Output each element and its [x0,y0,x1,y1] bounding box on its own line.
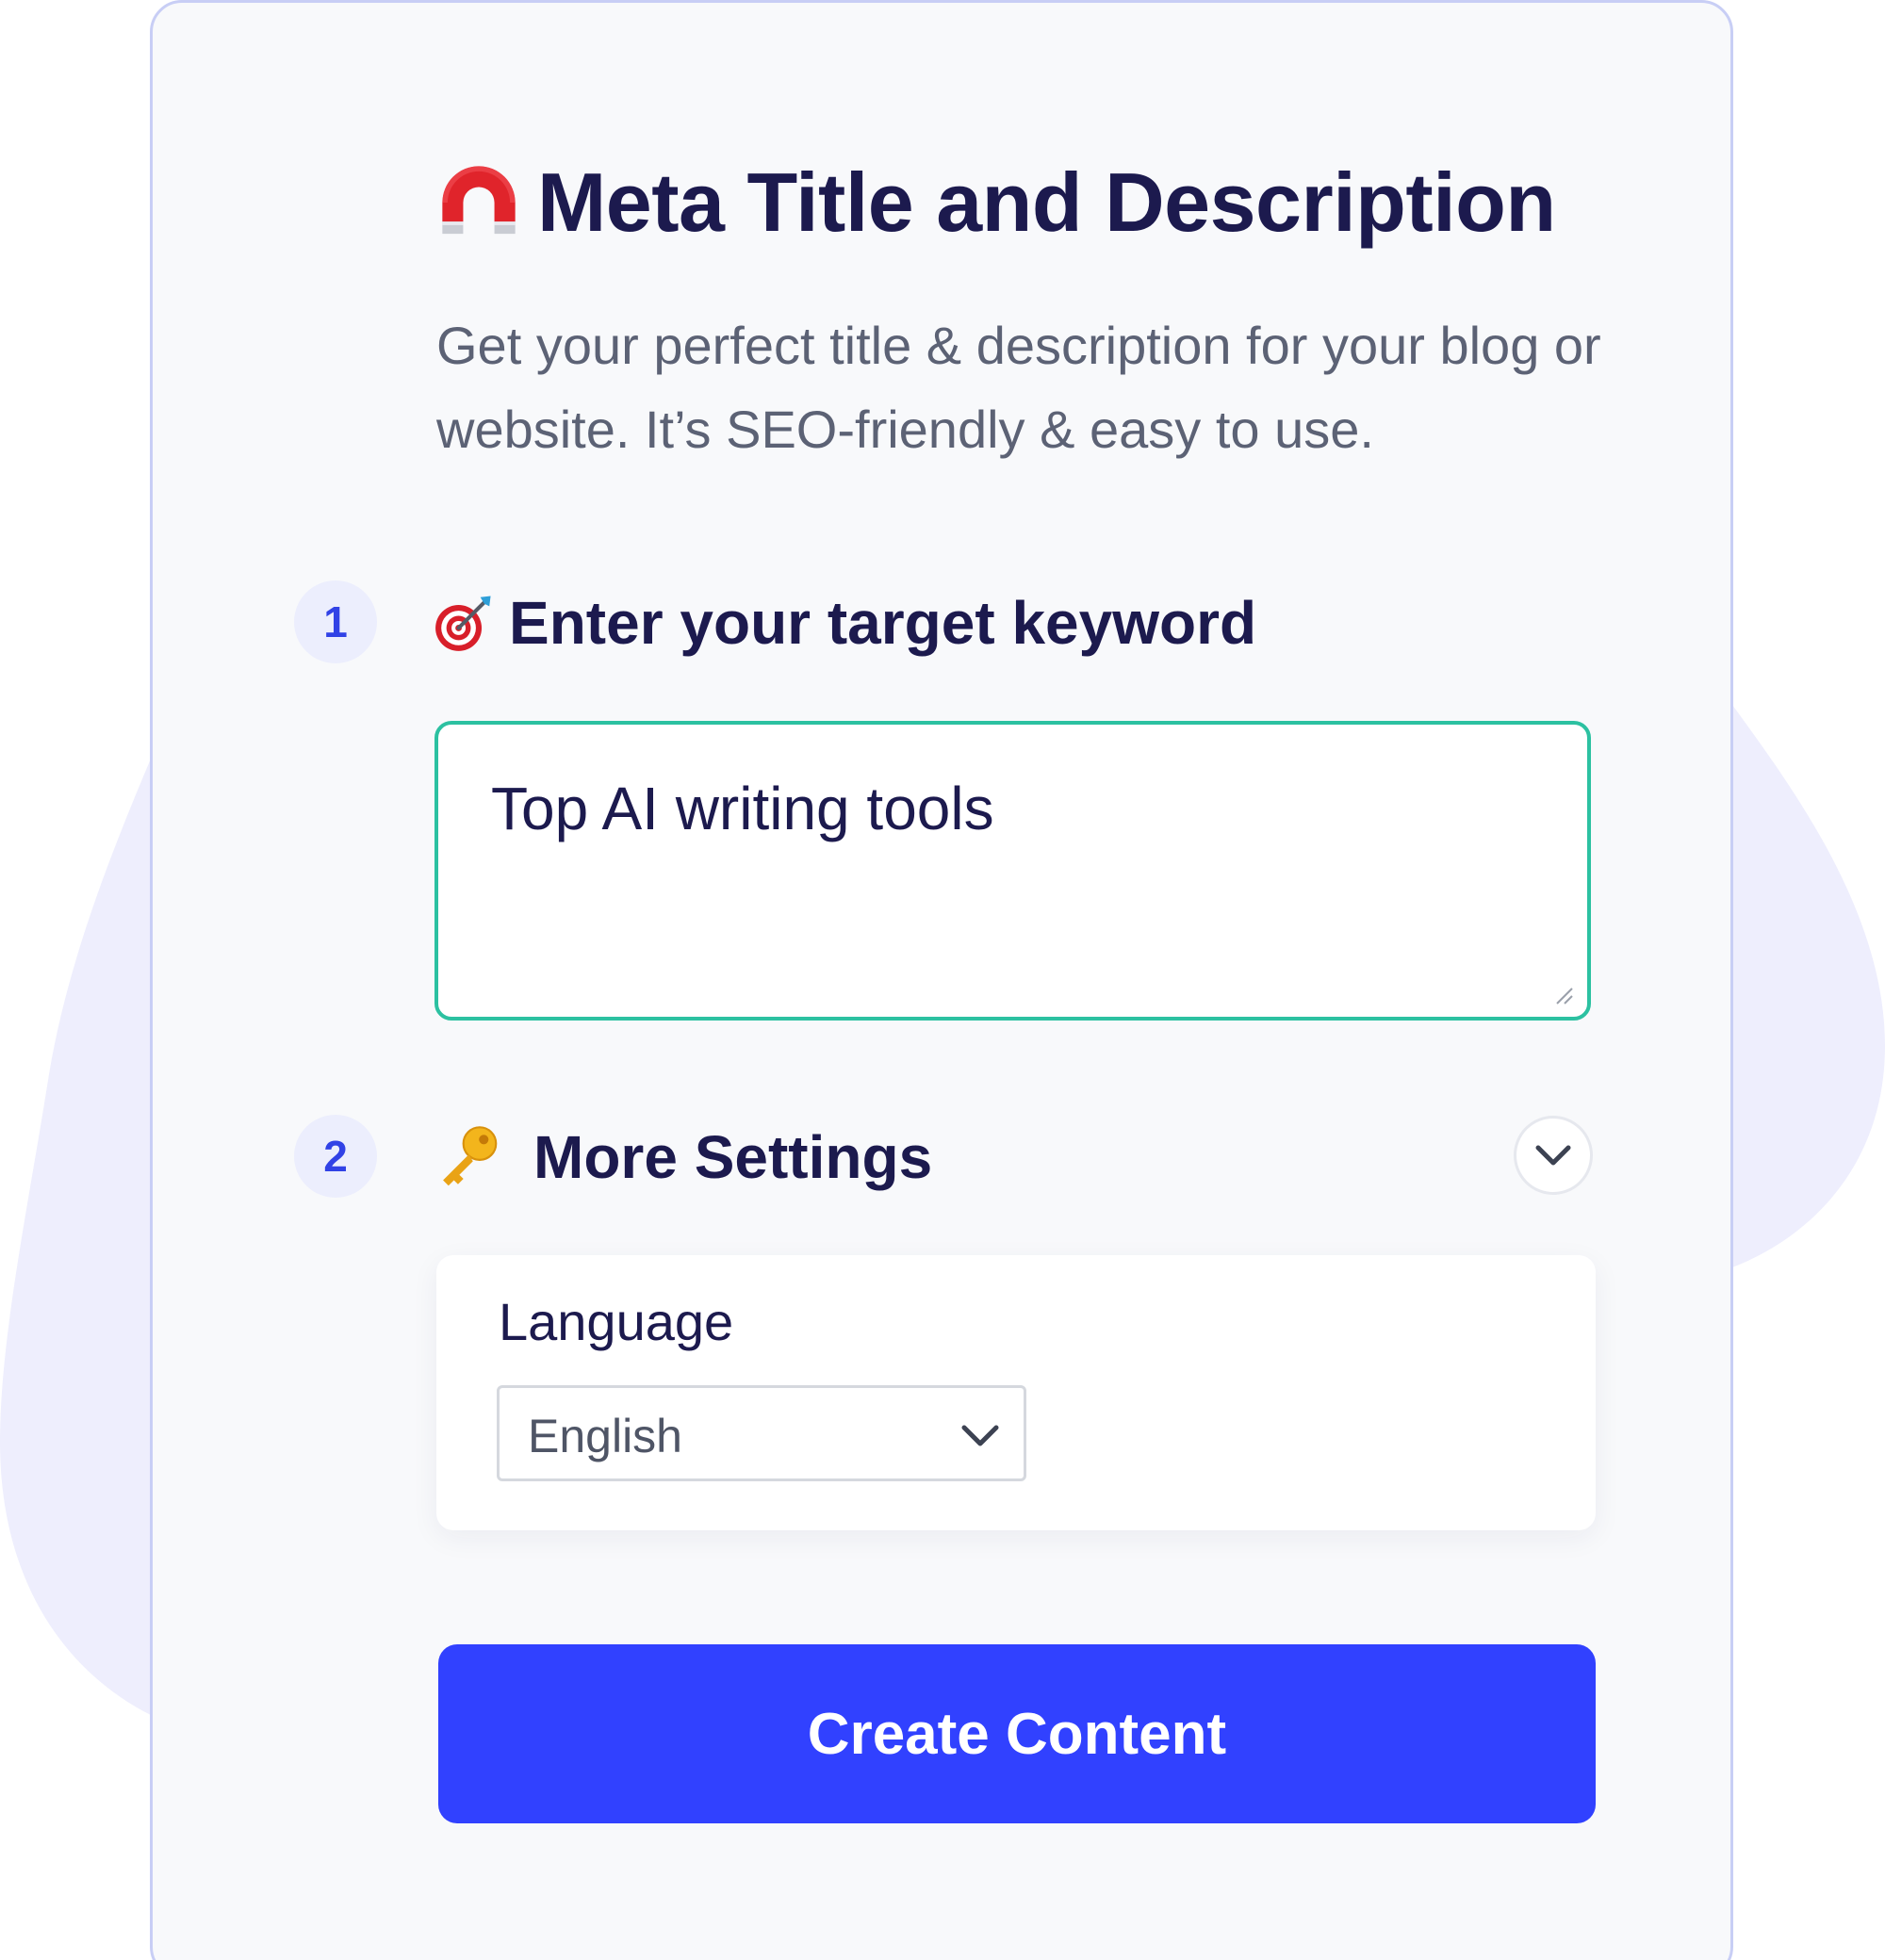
key-icon [443,1126,498,1186]
settings-toggle-button[interactable] [1514,1116,1593,1195]
keyword-input-value: Top AI writing tools [491,775,994,842]
step-2-title: More Settings [533,1123,933,1191]
target-dart-icon [435,596,491,651]
keyword-input[interactable]: Top AI writing tools [434,721,1591,1021]
step-1-title: Enter your target keyword [509,589,1257,657]
page-title: Meta Title and Description [537,155,1556,249]
page-subtitle: Get your perfect title & description for… [436,316,1601,459]
language-label: Language [499,1292,734,1351]
step-2-header: More Settings [434,1115,932,1200]
language-select[interactable]: English [497,1385,1026,1481]
resize-handle-icon[interactable] [1553,985,1574,1005]
step-1-header: Enter your target keyword [432,580,1256,665]
magnet-icon [442,166,516,235]
step-1-badge: 1 [294,580,377,663]
chevron-down-icon [961,1425,999,1446]
language-select-value: English [528,1410,682,1462]
settings-panel: Language English [436,1255,1596,1530]
chevron-down-icon [1535,1145,1571,1166]
header: Meta Title and Description [435,151,1556,254]
create-content-button[interactable]: Create Content [438,1644,1596,1823]
page: Meta Title and Description Get your perf… [0,0,1885,1960]
step-2-badge: 2 [294,1115,377,1198]
